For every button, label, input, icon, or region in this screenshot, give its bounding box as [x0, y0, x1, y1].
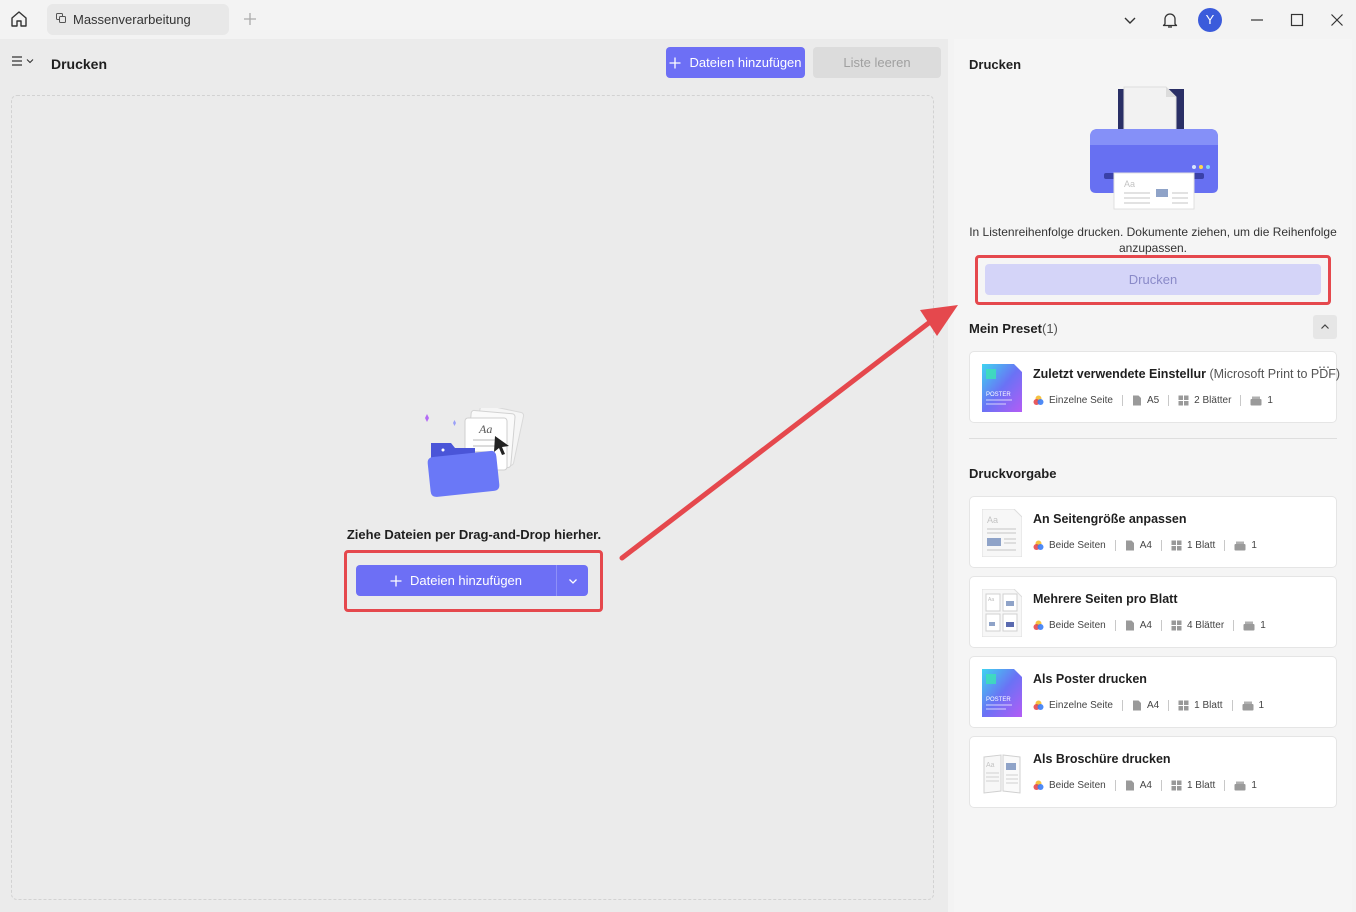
chevron-down-icon: [1124, 17, 1136, 24]
preset-card[interactable]: POSTER Zuletzt verwendete Einstellur (Mi…: [969, 351, 1341, 423]
close-window-button[interactable]: [1325, 0, 1349, 39]
page-icon: [1125, 540, 1134, 551]
plus-icon: [244, 13, 256, 25]
menu-icon: [12, 56, 22, 66]
page-icon: [1132, 395, 1141, 406]
layout-icon: [1171, 620, 1182, 631]
color-icon: [1033, 620, 1044, 630]
multiple-pages-thumbnail: Aa: [982, 589, 1022, 637]
plus-icon: [669, 57, 681, 68]
add-files-options-button[interactable]: [556, 565, 588, 596]
add-files-main-button[interactable]: Dateien hinzufügen: [356, 565, 556, 596]
add-files-button[interactable]: Dateien hinzufügen: [666, 47, 805, 78]
poster-thumbnail: POSTER: [982, 364, 1022, 412]
fit-page-thumbnail: Aa: [982, 509, 1022, 557]
close-icon: [1331, 13, 1343, 26]
chevron-down-icon: [568, 578, 577, 584]
chevron-down-icon: [26, 59, 34, 64]
tab-label: Massenverarbeitung: [73, 12, 191, 27]
svg-text:Aa: Aa: [986, 762, 995, 769]
file-list-panel: Drucken Dateien hinzufügen Liste leeren …: [0, 39, 948, 912]
printer-illustration: Aa: [1090, 86, 1218, 210]
poster-thumbnail: POSTER: [982, 669, 1022, 717]
notifications-button[interactable]: [1158, 0, 1182, 39]
title-bar: Massenverarbeitung Y: [0, 0, 1356, 39]
user-avatar-button[interactable]: Y: [1198, 0, 1222, 39]
layout-icon: [1178, 700, 1189, 711]
page-icon: [1132, 700, 1141, 711]
template-meta: Einzelne Seite A4 1 Blatt 1: [1033, 700, 1264, 711]
page-icon: [1125, 620, 1134, 631]
plus-icon: [390, 575, 402, 586]
svg-text:Aa: Aa: [987, 515, 998, 525]
template-meta: Beide Seiten A4 4 Blätter 1: [1033, 620, 1266, 631]
new-tab-button[interactable]: [240, 9, 260, 29]
template-name: An Seitengröße anpassen: [1033, 512, 1187, 526]
page-title: Drucken: [51, 56, 108, 72]
copies-icon: [1242, 701, 1254, 710]
template-name: Als Broschüre drucken: [1033, 752, 1171, 766]
svg-text:Aa: Aa: [478, 422, 492, 436]
template-name: Als Poster drucken: [1033, 672, 1147, 686]
print-button-label: Drucken: [1128, 272, 1178, 287]
drop-instruction: Ziehe Dateien per Drag-and-Drop hierher.: [346, 527, 602, 542]
template-meta: Beide Seiten A4 1 Blatt 1: [1033, 540, 1257, 551]
panel-title: Drucken: [969, 57, 1022, 72]
preset-name: Zuletzt verwendete Einstellur (Microsoft…: [1033, 367, 1341, 381]
add-files-main-label: Dateien hinzufügen: [409, 573, 523, 588]
template-card-multiple-pages[interactable]: Aa Mehrere Seiten pro Blatt Beide Seiten…: [969, 576, 1337, 648]
svg-text:Aa: Aa: [988, 597, 994, 603]
page-icon: [1125, 780, 1134, 791]
svg-text:POSTER: POSTER: [986, 392, 1011, 398]
print-settings-panel: Drucken Aa In Listenreihenfolge drucken.…: [954, 39, 1352, 912]
booklet-thumbnail: Aa: [983, 754, 1021, 794]
template-name: Mehrere Seiten pro Blatt: [1033, 592, 1178, 606]
template-card-poster[interactable]: POSTER Als Poster drucken Einzelne Seite…: [969, 656, 1337, 728]
preset-count: (1): [1041, 321, 1058, 336]
copies-icon: [1234, 781, 1246, 790]
menu-button[interactable]: [11, 55, 34, 67]
color-icon: [1033, 395, 1044, 405]
maximize-icon: [1290, 13, 1304, 26]
svg-text:Aa: Aa: [1124, 179, 1135, 189]
print-button[interactable]: Drucken: [985, 264, 1321, 295]
layout-icon: [1171, 780, 1182, 791]
copies-icon: [1234, 541, 1246, 550]
dropdown-button[interactable]: [1118, 0, 1142, 39]
section-divider: [969, 438, 1337, 439]
layout-icon: [1171, 540, 1182, 551]
copies-icon: [1250, 396, 1262, 405]
color-icon: [1033, 700, 1044, 710]
more-icon[interactable]: ⋯: [1318, 360, 1331, 374]
template-card-fit-page[interactable]: Aa An Seitengröße anpassen Beide Seiten …: [969, 496, 1337, 568]
collapse-preset-button[interactable]: [1313, 315, 1337, 339]
clear-list-button[interactable]: Liste leeren: [813, 47, 941, 78]
add-files-label: Dateien hinzufügen: [689, 55, 802, 70]
print-order-description: In Listenreihenfolge drucken. Dokumente …: [969, 225, 1337, 255]
avatar: Y: [1198, 7, 1222, 32]
home-icon[interactable]: [8, 8, 30, 30]
bell-icon: [1162, 12, 1178, 28]
color-icon: [1033, 780, 1044, 790]
minimize-button[interactable]: [1245, 0, 1269, 39]
template-card-booklet[interactable]: Aa Als Broschüre drucken Beide Seiten A4…: [969, 736, 1337, 808]
template-section-title: Druckvorgabe: [969, 466, 1057, 481]
minimize-icon: [1251, 18, 1263, 21]
maximize-button[interactable]: [1285, 0, 1309, 39]
color-icon: [1033, 540, 1044, 550]
clear-list-label: Liste leeren: [843, 55, 911, 70]
tab-massenverarbeitung[interactable]: Massenverarbeitung: [47, 4, 229, 35]
preset-meta: Einzelne Seite A5 2 Blätter 1: [1033, 395, 1273, 406]
svg-text:POSTER: POSTER: [986, 697, 1011, 703]
template-meta: Beide Seiten A4 1 Blatt 1: [1033, 780, 1257, 791]
copies-icon: [1243, 621, 1255, 630]
folder-documents-illustration: Aa: [425, 408, 525, 497]
layout-icon: [1178, 395, 1189, 406]
tab-icon: [55, 12, 67, 27]
chevron-up-icon: [1321, 324, 1329, 329]
preset-section-title: Mein Preset(1): [969, 321, 1058, 336]
